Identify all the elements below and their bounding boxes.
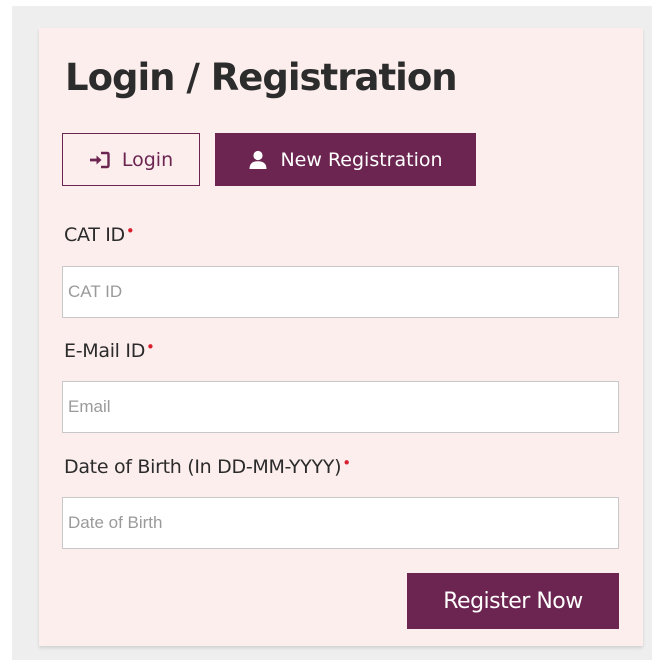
- date-of-birth-label: Date of Birth (In DD-MM-YYYY)•: [64, 454, 351, 478]
- user-icon: [248, 150, 268, 170]
- new-registration-tab-label: New Registration: [280, 148, 443, 171]
- login-tab[interactable]: Login: [62, 133, 200, 186]
- date-of-birth-input[interactable]: [62, 497, 619, 549]
- cat-id-label: CAT ID•: [64, 222, 135, 246]
- sign-in-icon: [89, 151, 110, 169]
- register-now-button[interactable]: Register Now: [407, 573, 619, 629]
- login-tab-label: Login: [121, 148, 174, 171]
- new-registration-tab[interactable]: New Registration: [215, 133, 476, 186]
- required-marker: •: [146, 338, 155, 356]
- cat-id-input[interactable]: [62, 266, 619, 318]
- email-label: E-Mail ID•: [64, 338, 155, 362]
- page-frame: Login / Registration Login New Registrat…: [12, 6, 652, 660]
- page-title: Login / Registration: [65, 56, 458, 99]
- email-input[interactable]: [62, 381, 619, 433]
- required-marker: •: [125, 222, 135, 240]
- required-marker: •: [342, 454, 351, 472]
- login-registration-panel: Login / Registration Login New Registrat…: [39, 28, 643, 646]
